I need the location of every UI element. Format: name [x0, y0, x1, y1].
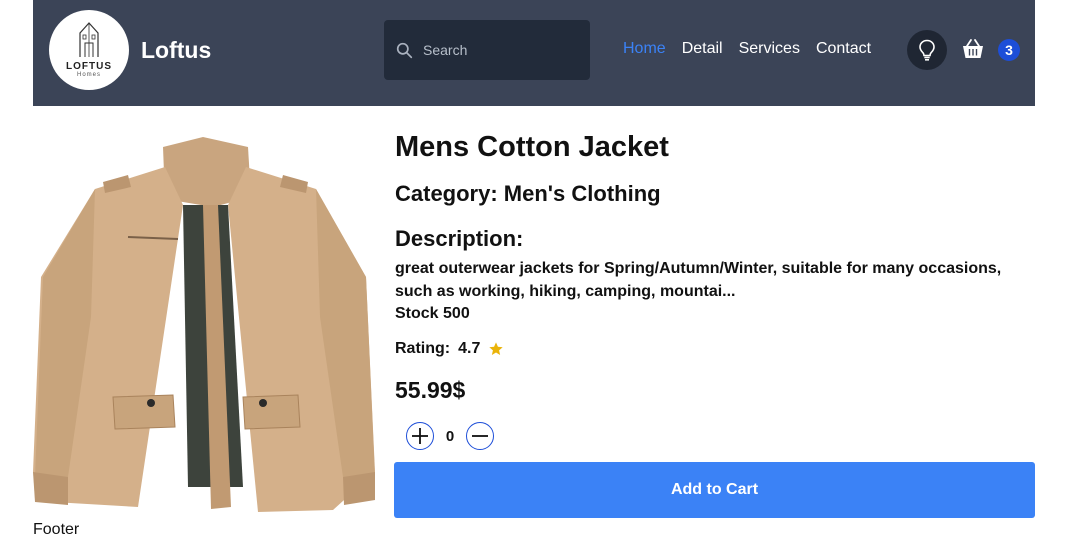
- basket-icon[interactable]: [961, 38, 985, 60]
- lightbulb-icon: [919, 39, 935, 61]
- brand-name[interactable]: Loftus: [141, 37, 211, 64]
- theme-toggle-button[interactable]: [907, 30, 947, 70]
- product-image: [33, 137, 375, 512]
- nav-detail[interactable]: Detail: [682, 40, 723, 58]
- search-icon: [396, 42, 413, 58]
- quantity-stepper: 0: [406, 422, 494, 450]
- product-price: 55.99$: [395, 377, 466, 403]
- nav-home[interactable]: Home: [623, 40, 666, 58]
- search-box[interactable]: [384, 20, 590, 80]
- logo[interactable]: LOFTUS Homes: [49, 10, 129, 90]
- product-category: Category: Men's Clothing: [395, 181, 661, 206]
- logo-text: LOFTUS: [66, 60, 112, 72]
- logo-house-icon: [79, 21, 99, 57]
- minus-icon: [472, 435, 488, 437]
- add-to-cart-button[interactable]: Add to Cart: [394, 462, 1035, 518]
- decrement-button[interactable]: [466, 422, 494, 450]
- product-rating: Rating: 4.7: [395, 340, 504, 358]
- navbar: LOFTUS Homes Loftus Home Detail Services…: [33, 0, 1035, 106]
- product-description: great outerwear jackets for Spring/Autum…: [395, 260, 1002, 300]
- star-icon: [489, 342, 504, 355]
- search-input[interactable]: [423, 42, 583, 58]
- rating-label: Rating:: [395, 340, 451, 357]
- product-title: Mens Cotton Jacket: [395, 131, 669, 163]
- logo-subtext: Homes: [76, 71, 101, 78]
- increment-button[interactable]: [406, 422, 434, 450]
- nav-contact[interactable]: Contact: [816, 40, 871, 58]
- rating-value: 4.7: [458, 340, 481, 357]
- quantity-value: 0: [445, 427, 455, 445]
- nav-links: Home Detail Services Contact: [623, 40, 871, 58]
- footer: Footer: [33, 521, 80, 538]
- product-stock: Stock 500: [395, 305, 470, 322]
- description-heading: Description:: [395, 226, 524, 251]
- cart-count-badge: 3: [998, 39, 1020, 61]
- nav-services[interactable]: Services: [739, 40, 800, 58]
- plus-icon: [412, 428, 428, 444]
